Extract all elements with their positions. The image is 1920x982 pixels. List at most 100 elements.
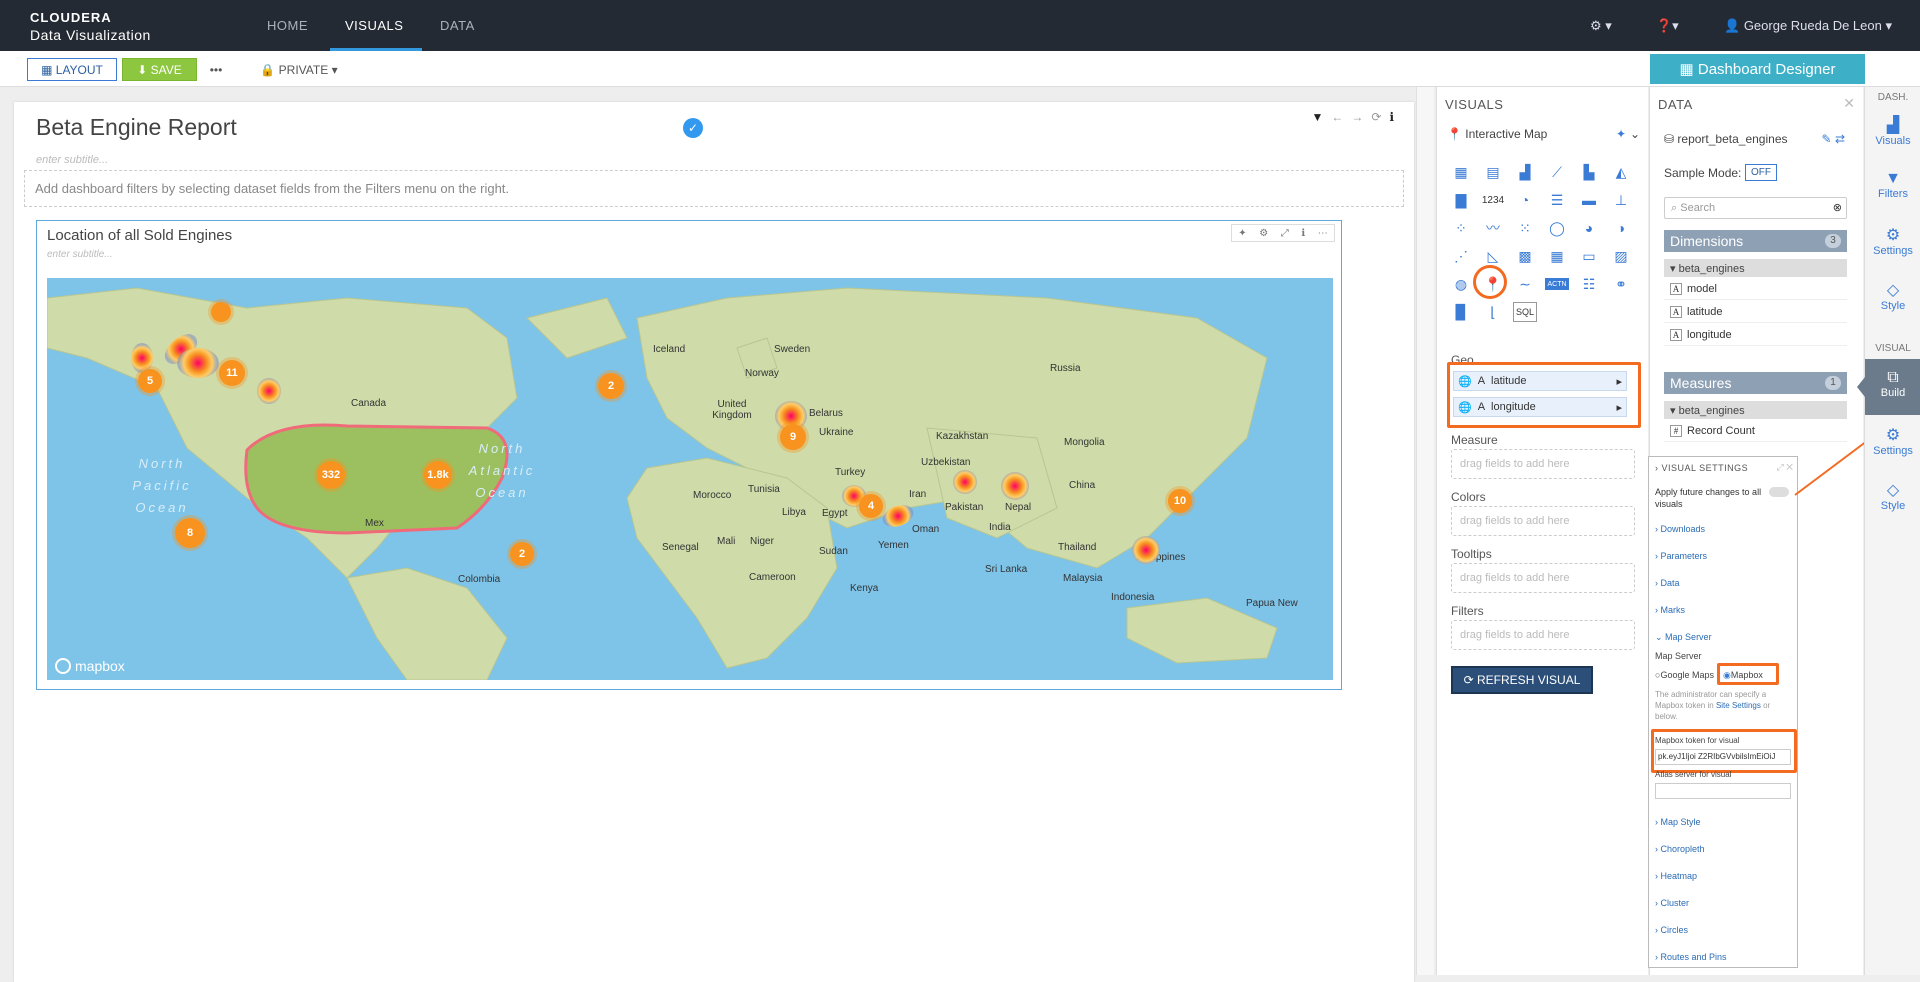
bar-chart-icon[interactable]: ▟ — [1513, 162, 1537, 182]
dashboard-title[interactable]: Beta Engine Report — [36, 114, 237, 141]
gauge-icon[interactable]: ◔ — [1513, 190, 1537, 210]
refresh-visual-button[interactable]: ⟳ REFRESH VISUAL — [1451, 666, 1593, 694]
chevron-down-icon[interactable]: ⌄ — [1630, 127, 1640, 141]
section-circles[interactable]: › Circles — [1655, 925, 1688, 935]
tab-home[interactable]: HOME — [267, 18, 308, 33]
sidebar-visuals[interactable]: ▟ Visuals — [1865, 115, 1920, 147]
tooltips-shelf[interactable]: drag fields to add here — [1451, 563, 1635, 593]
map-cluster[interactable]: 5 — [138, 369, 162, 393]
sidebar-visual-style[interactable]: ◇ Style — [1865, 480, 1920, 512]
pie-icon[interactable]: ◑ — [1609, 218, 1633, 238]
sidebar-style[interactable]: ◇ Style — [1865, 280, 1920, 312]
histogram-icon[interactable]: ▇ — [1449, 190, 1473, 210]
interactive-map[interactable]: North Pacific Ocean North Atlantic Ocean… — [47, 278, 1333, 680]
colors-shelf[interactable]: drag fields to add here — [1451, 506, 1635, 536]
bars-icon[interactable]: ▉ — [1449, 302, 1473, 322]
more-button[interactable]: ••• — [204, 58, 228, 81]
crosstab-icon[interactable]: ▤ — [1481, 162, 1505, 182]
geo-field-longitude[interactable]: 🌐 Alongitude ▸ — [1453, 397, 1627, 417]
sidebar-build[interactable]: ⧉ Build — [1865, 359, 1920, 415]
sample-mode-toggle[interactable]: OFF — [1745, 164, 1777, 181]
measures-group[interactable]: ▾ beta_engines — [1664, 401, 1847, 419]
refresh-icon[interactable]: ⟳ — [1371, 110, 1389, 124]
area-chart-icon[interactable]: ◭ — [1609, 162, 1633, 182]
map-marker[interactable] — [211, 302, 231, 322]
bullet-icon[interactable]: ▬ — [1577, 190, 1601, 210]
kpi-icon[interactable]: 1234 — [1481, 190, 1505, 210]
steps-icon[interactable]: ⌊ — [1481, 302, 1505, 322]
rich-text-icon[interactable]: ▭ — [1577, 246, 1601, 266]
tab-data[interactable]: DATA — [440, 18, 475, 33]
user-menu[interactable]: 👤 George Rueda De Leon ▾ — [1724, 18, 1892, 34]
sidebar-settings[interactable]: ⚙ Settings — [1865, 225, 1920, 257]
radial-icon[interactable]: ◕ — [1577, 218, 1601, 238]
bubble-icon[interactable]: ⁘ — [1449, 218, 1473, 238]
magic-icon[interactable]: ✦ — [1238, 228, 1246, 239]
map-cluster[interactable]: 2 — [510, 542, 534, 566]
more-icon[interactable]: ⋯ — [1318, 228, 1328, 239]
option-mapbox[interactable]: ◉Mapbox — [1723, 670, 1763, 681]
map-cluster[interactable]: 8 — [175, 518, 205, 548]
layout-button[interactable]: ▦ LAYOUT — [27, 58, 117, 81]
apply-all-toggle[interactable] — [1769, 487, 1789, 497]
sql-icon[interactable]: SQL — [1513, 302, 1537, 322]
gear-icon[interactable]: ⚙ — [1259, 228, 1268, 239]
box-plot-icon[interactable]: ⊥ — [1609, 190, 1633, 210]
field-item[interactable]: Alongitude — [1664, 326, 1847, 346]
magic-icon[interactable]: ✦ — [1616, 127, 1626, 141]
map-visual-tile[interactable]: Location of all Sold Engines enter subti… — [36, 220, 1342, 690]
scatter-icon[interactable]: ⁙ — [1513, 218, 1537, 238]
section-map-server[interactable]: ⌄ Map Server — [1655, 632, 1712, 643]
section-downloads[interactable]: › Downloads — [1655, 524, 1705, 534]
funnel-icon[interactable]: ◺ — [1481, 246, 1505, 266]
dimensions-group[interactable]: ▾ beta_engines — [1664, 259, 1847, 277]
map-cluster[interactable]: 9 — [780, 424, 806, 450]
section-cluster[interactable]: › Cluster — [1655, 898, 1689, 908]
filters-shelf[interactable]: drag fields to add here — [1451, 620, 1635, 650]
dashboard-designer-button[interactable]: ▦ Dashboard Designer — [1650, 54, 1865, 84]
visual-title[interactable]: Location of all Sold Engines — [47, 227, 232, 244]
sidebar-visual-settings[interactable]: ⚙ Settings — [1865, 425, 1920, 457]
filter-icon[interactable]: ▼ — [1311, 110, 1331, 124]
close-icon[interactable]: ✕ — [1843, 95, 1855, 112]
mapbox-attribution[interactable]: mapbox — [55, 658, 125, 674]
section-heatmap[interactable]: › Heatmap — [1655, 871, 1697, 881]
dashboard-subtitle[interactable]: enter subtitle... — [36, 154, 108, 166]
info-icon[interactable]: ℹ — [1301, 228, 1305, 239]
treemap-icon[interactable]: ▩ — [1513, 246, 1537, 266]
heatmap-icon[interactable]: ▦ — [1545, 246, 1569, 266]
chord-icon[interactable]: ◍ — [1449, 274, 1473, 294]
network-icon[interactable]: ⋰ — [1449, 246, 1473, 266]
map-cluster[interactable]: 4 — [859, 494, 883, 518]
option-google-maps[interactable]: ○Google Maps — [1655, 670, 1714, 680]
visual-subtitle[interactable]: enter subtitle... — [47, 249, 113, 260]
sidebar-filters[interactable]: ▼ Filters — [1865, 170, 1920, 200]
list-icon[interactable]: ☰ — [1545, 190, 1569, 210]
tab-visuals[interactable]: VISUALS — [345, 18, 403, 33]
link-icon[interactable]: ⚭ — [1609, 274, 1633, 294]
clear-icon[interactable]: ⊗ — [1833, 201, 1842, 214]
map-cluster[interactable]: 332 — [317, 461, 345, 489]
section-routes-pins[interactable]: › Routes and Pins — [1655, 952, 1727, 962]
save-button[interactable]: ⬇ SAVE — [122, 58, 197, 81]
image-icon[interactable]: ▨ — [1609, 246, 1633, 266]
dataset-name[interactable]: ⛁ report_beta_engines — [1664, 132, 1788, 146]
chevron-right-icon[interactable]: ▸ — [1616, 401, 1622, 414]
redo-icon[interactable]: → — [1351, 110, 1371, 124]
section-map-style[interactable]: › Map Style — [1655, 817, 1701, 827]
map-cluster[interactable]: 10 — [1168, 489, 1192, 513]
dimensions-header[interactable]: Dimensions 3 — [1664, 230, 1847, 252]
measure-shelf[interactable]: drag fields to add here — [1451, 449, 1635, 479]
combo-chart-icon[interactable]: ▙ — [1577, 162, 1601, 182]
edit-icon[interactable]: ✎ — [1822, 132, 1832, 146]
visual-type-selector[interactable]: 📍 Interactive Map ✦ ⌄ — [1447, 127, 1642, 145]
undo-icon[interactable]: ← — [1331, 110, 1351, 124]
sparkline-icon[interactable]: ∼ — [1513, 274, 1537, 294]
text-icon[interactable]: ☷ — [1577, 274, 1601, 294]
table-icon[interactable]: ▦ — [1449, 162, 1473, 182]
dashboard-actions[interactable]: ▼←→⟳ℹ — [1311, 110, 1402, 124]
chevron-right-icon[interactable]: ▸ — [1616, 375, 1622, 388]
ribbon-icon[interactable]: 〰 — [1481, 218, 1505, 238]
site-settings-link[interactable]: Site Settings — [1716, 701, 1761, 710]
measures-header[interactable]: Measures 1 — [1664, 372, 1847, 394]
